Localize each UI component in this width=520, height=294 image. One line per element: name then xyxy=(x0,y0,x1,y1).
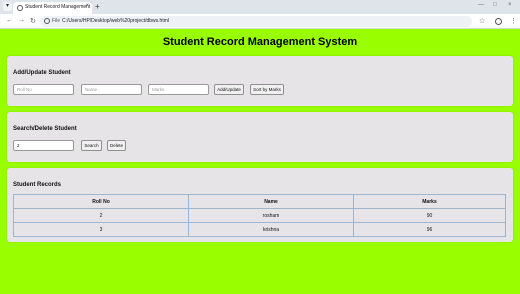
tab-close-icon[interactable]: × xyxy=(85,3,89,9)
marks-input[interactable]: Marks xyxy=(148,84,209,95)
sort-by-marks-button[interactable]: Sort by Marks xyxy=(250,84,284,95)
cell-name: rosham xyxy=(188,208,354,223)
add-update-card: Add/Update Student Roll No Name Marks Ad… xyxy=(7,56,513,106)
cell-marks: 90 xyxy=(353,208,506,223)
cell-marks: 96 xyxy=(353,222,506,237)
reload-icon[interactable]: ↻ xyxy=(30,17,36,25)
tab-search-icon[interactable]: ▾ xyxy=(3,2,12,11)
browser-tab[interactable]: Student Record Management × xyxy=(13,2,92,14)
minimize-icon[interactable]: — xyxy=(478,2,484,8)
browser-tab-bar: ▾ Student Record Management × + — □ × xyxy=(0,0,520,14)
column-header-marks: Marks xyxy=(353,194,506,209)
profile-icon[interactable] xyxy=(495,18,502,25)
cell-name: krishna xyxy=(188,222,354,237)
tab-title: Student Record Management xyxy=(25,4,91,10)
student-records-card: Student Records Roll No Name Marks 2 ros… xyxy=(7,168,513,242)
url-field[interactable]: File C:/Users/HP/Desktop/web%20project/d… xyxy=(40,16,472,27)
search-delete-card: Search/Delete Student 2 Search Delete xyxy=(7,112,513,162)
column-header-name: Name xyxy=(188,194,354,209)
add-update-heading: Add/Update Student xyxy=(13,70,71,76)
url-text[interactable]: C:/Users/HP/Desktop/web%20project/dbws.h… xyxy=(62,18,169,24)
bookmark-star-icon[interactable]: ☆ xyxy=(479,17,485,25)
search-roll-input[interactable]: 2 xyxy=(13,140,74,151)
back-icon[interactable]: ← xyxy=(6,17,13,24)
search-button[interactable]: Search xyxy=(81,140,102,151)
info-icon[interactable] xyxy=(44,18,50,24)
cell-roll-no: 3 xyxy=(13,222,189,237)
column-header-roll-no: Roll No xyxy=(13,194,189,209)
table-row: 2 rosham 90 xyxy=(13,208,506,223)
file-label: File xyxy=(52,18,61,24)
forward-icon[interactable]: → xyxy=(18,17,25,24)
delete-button[interactable]: Delete xyxy=(107,140,126,151)
student-records-heading: Student Records xyxy=(13,182,62,188)
name-input[interactable]: Name xyxy=(81,84,142,95)
cell-roll-no: 2 xyxy=(13,208,189,223)
search-delete-heading: Search/Delete Student xyxy=(13,126,77,132)
maximize-icon[interactable]: □ xyxy=(493,2,497,8)
student-records-table: Roll No Name Marks 2 rosham 90 3 krishna… xyxy=(13,194,506,237)
roll-no-input[interactable]: Roll No xyxy=(13,84,74,95)
table-header-row: Roll No Name Marks xyxy=(13,194,506,209)
window-close-icon[interactable]: × xyxy=(508,2,512,8)
page-title: Student Record Management System xyxy=(162,36,358,48)
globe-icon xyxy=(17,5,23,11)
address-bar: ← → ↻ File C:/Users/HP/Desktop/web%20pro… xyxy=(0,14,520,29)
table-row: 3 krishna 96 xyxy=(13,222,506,237)
browser-menu-icon[interactable]: ⋮ xyxy=(510,17,517,25)
new-tab-icon[interactable]: + xyxy=(95,2,100,11)
add-update-button[interactable]: Add/Update xyxy=(214,84,244,95)
